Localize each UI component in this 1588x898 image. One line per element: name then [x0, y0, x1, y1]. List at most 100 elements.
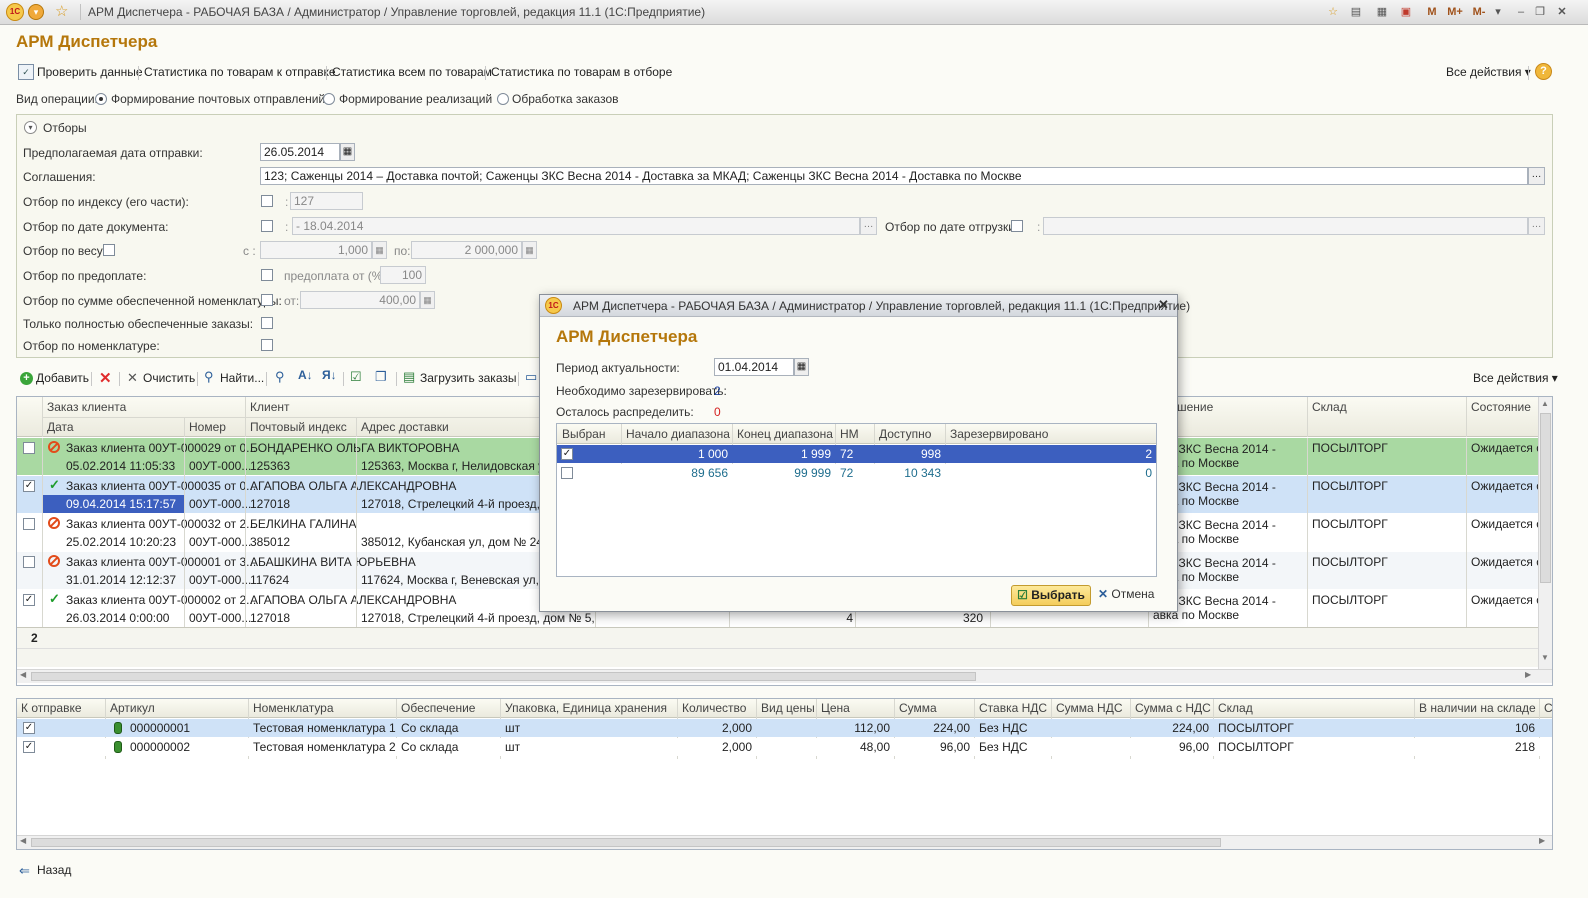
logo-1c-icon[interactable]: 1С	[6, 3, 24, 21]
col-available[interactable]: Доступно	[875, 425, 935, 443]
range-reserved[interactable]: 2	[946, 445, 1156, 463]
dropdown-menu-icon[interactable]: ▾	[28, 4, 44, 20]
orders-hscroll[interactable]: ◀ ▶	[17, 669, 1552, 683]
col-address[interactable]: Адрес доставки	[357, 418, 453, 436]
memory-mplus-button[interactable]: М+	[1445, 5, 1465, 20]
ellipsis-button[interactable]: …	[1528, 217, 1545, 235]
col-stock[interactable]: В наличии на складе	[1415, 699, 1540, 717]
agreements-input[interactable]: 123; Саженцы 2014 – Доставка почтой; Саж…	[260, 167, 1528, 185]
range-row[interactable]: ✓ 1 000 1 999 72 998 2	[557, 445, 1156, 463]
col-item-warehouse[interactable]: Склад	[1214, 699, 1257, 717]
range-reserved[interactable]: 0	[946, 464, 1156, 482]
dialog-close-icon[interactable]: ✕	[1158, 297, 1169, 313]
radio-realization[interactable]	[323, 93, 335, 105]
add-favorite-icon[interactable]: ☆	[1325, 5, 1341, 20]
col-total[interactable]: Сумма с НДС	[1131, 699, 1215, 717]
memory-m-button[interactable]: М	[1424, 5, 1440, 20]
period-input[interactable]: 01.04.2014	[714, 358, 794, 376]
col-date[interactable]: Дата	[43, 418, 78, 436]
restore-icon[interactable]: ❐	[1532, 5, 1548, 20]
all-actions-menu[interactable]: Все действия ▾	[1446, 65, 1531, 79]
order-row-checkbox[interactable]	[23, 518, 35, 530]
radio-orders[interactable]	[497, 93, 509, 105]
col-qty[interactable]: Количество	[678, 699, 750, 717]
clear-button[interactable]: Очистить	[143, 371, 195, 385]
load-orders-button[interactable]: Загрузить заказы	[420, 371, 516, 385]
full-orders-checkbox[interactable]	[261, 317, 273, 329]
ellipsis-button[interactable]: …	[860, 217, 877, 235]
col-index[interactable]: Почтовый индекс	[246, 418, 351, 436]
col-agreement[interactable]: шение	[1173, 398, 1217, 416]
order-row-checkbox[interactable]: ✓	[23, 594, 35, 606]
col-unit[interactable]: Упаковка, Единица хранения	[501, 699, 671, 717]
order-date[interactable]: 09.04.2014 15:17:57	[43, 495, 184, 513]
col-supply[interactable]: Обеспечение	[397, 699, 479, 717]
col-warehouse[interactable]: Склад	[1308, 398, 1351, 416]
weight-from-input[interactable]: 1,000	[260, 241, 372, 259]
back-button[interactable]: Назад	[37, 863, 71, 877]
close-icon[interactable]: ✕	[1554, 5, 1570, 20]
radio-realization-label[interactable]: Формирование реализаций	[339, 92, 492, 106]
prepay-from-input[interactable]: 100	[380, 266, 426, 284]
weight-filter-checkbox[interactable]	[103, 244, 115, 256]
col-vat-sum[interactable]: Сумма НДС	[1052, 699, 1127, 717]
history-icon[interactable]: ▤	[1348, 5, 1364, 20]
memory-mminus-button[interactable]: М-	[1470, 5, 1488, 20]
orders-all-actions-menu[interactable]: Все действия ▾	[1473, 371, 1558, 385]
check-data-button[interactable]: Проверить данные	[37, 65, 143, 79]
sort-asc-icon[interactable]: A↓	[298, 368, 313, 382]
radio-postal-label[interactable]: Формирование почтовых отправлений	[111, 92, 325, 106]
col-article[interactable]: Артикул	[106, 699, 159, 717]
order-row-checkbox[interactable]	[23, 556, 35, 568]
weight-to-input[interactable]: 2 000,000	[411, 241, 522, 259]
collapse-icon[interactable]: ▾	[24, 121, 37, 134]
stats-filtered-button[interactable]: Статистика по товарам в отборе	[491, 65, 672, 79]
favorites-star-icon[interactable]: ☆	[55, 2, 68, 20]
col-nomenclature[interactable]: Номенклатура	[249, 699, 338, 717]
col-range-start[interactable]: Начало диапазона	[622, 425, 734, 443]
delete-icon[interactable]: ✕	[99, 369, 112, 387]
calculator-icon[interactable]: ▦	[372, 241, 387, 259]
sort-desc-icon[interactable]: Я↓	[322, 368, 337, 382]
doc-date-input[interactable]: - 18.04.2014	[292, 217, 860, 235]
calendar-icon[interactable]: ▣	[1398, 5, 1414, 20]
range-row-checkbox[interactable]: ✓	[561, 448, 573, 460]
calendar-icon[interactable]: ▦	[340, 143, 355, 161]
index-filter-input[interactable]: 127	[290, 192, 363, 210]
help-icon[interactable]: ?	[1535, 63, 1552, 80]
col-client[interactable]: Клиент	[246, 398, 294, 416]
prepay-filter-checkbox[interactable]	[261, 269, 273, 281]
ship-filter-input[interactable]	[1043, 217, 1528, 235]
radio-postal[interactable]	[95, 93, 107, 105]
col-price[interactable]: Цена	[817, 699, 854, 717]
col-range-end[interactable]: Конец диапазона	[733, 425, 837, 443]
cancel-button[interactable]: ✕ Отмена	[1098, 587, 1154, 601]
cancel-search-icon[interactable]: ⚲	[275, 369, 285, 385]
calculator-icon[interactable]: ▦	[420, 291, 435, 309]
uncheck-all-icon[interactable]: ❐	[375, 369, 387, 385]
range-row[interactable]: 89 656 99 999 72 10 343 0	[557, 464, 1156, 482]
sum-from-input[interactable]: 400,00	[300, 291, 420, 309]
col-order[interactable]: Заказ клиента	[43, 398, 130, 416]
export-icon[interactable]: ▭	[525, 369, 537, 385]
nomen-filter-checkbox[interactable]	[261, 339, 273, 351]
col-nm[interactable]: НМ	[836, 425, 863, 443]
radio-orders-label[interactable]: Обработка заказов	[512, 92, 619, 106]
col-vat[interactable]: Ставка НДС	[975, 699, 1051, 717]
items-hscroll[interactable]: ◀ ▶	[17, 835, 1552, 849]
range-row-checkbox[interactable]	[561, 467, 573, 479]
col-to-ship[interactable]: К отправке	[17, 699, 86, 717]
doc-date-checkbox[interactable]	[261, 220, 273, 232]
order-row-checkbox[interactable]	[23, 442, 35, 454]
item-row-checkbox[interactable]: ✓	[23, 722, 35, 734]
index-filter-checkbox[interactable]	[261, 195, 273, 207]
ellipsis-button[interactable]: …	[1528, 167, 1545, 185]
select-button[interactable]: ☑ Выбрать	[1011, 585, 1091, 606]
minimize-icon[interactable]: –	[1513, 5, 1529, 20]
calculator-icon[interactable]: ▦	[522, 241, 537, 259]
ship-filter-checkbox[interactable]	[1011, 220, 1023, 232]
col-extra[interactable]: С	[1540, 699, 1552, 717]
add-button[interactable]: Добавить	[36, 371, 89, 385]
ship-date-input[interactable]: 26.05.2014	[260, 143, 340, 161]
stats-all-button[interactable]: Статистика всем по товарам	[332, 65, 492, 79]
